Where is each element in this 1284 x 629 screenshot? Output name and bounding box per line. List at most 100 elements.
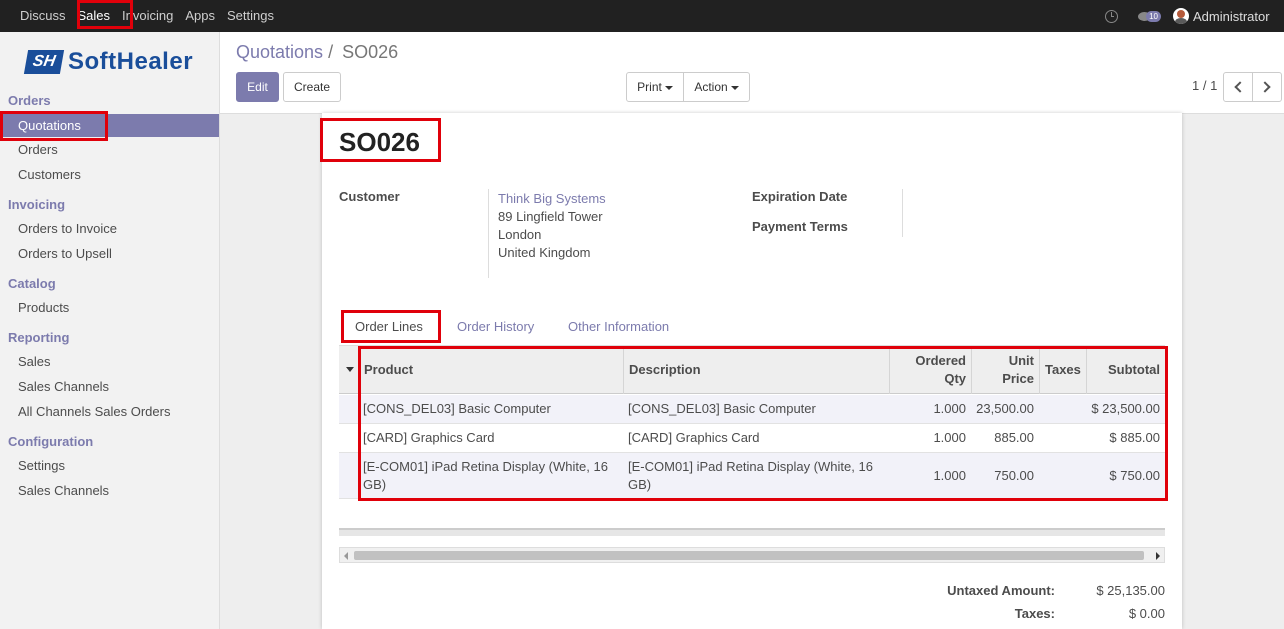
column-divider xyxy=(623,346,624,394)
menu-item-report-sales[interactable]: Sales xyxy=(0,350,219,373)
logo-mark: SH xyxy=(23,50,65,74)
chevron-left-icon xyxy=(1234,81,1246,93)
menu-item-config-sales-channels[interactable]: Sales Channels xyxy=(0,479,219,502)
create-button[interactable]: Create xyxy=(283,72,341,102)
logo-text: SoftHealer xyxy=(68,48,194,75)
menu-item-orders-to-invoice[interactable]: Orders to Invoice xyxy=(0,217,219,240)
column-divider xyxy=(971,346,972,394)
untaxed-amount-value: $ 25,135.00 xyxy=(1096,583,1165,598)
row-subtotal: $ 885.00 xyxy=(1109,430,1160,445)
menu-group-catalog[interactable]: Catalog xyxy=(8,276,56,291)
softhealer-logo[interactable]: SH SoftHealer xyxy=(23,48,194,76)
edit-button[interactable]: Edit xyxy=(236,72,279,102)
nav-settings[interactable]: Settings xyxy=(222,0,279,32)
breadcrumb-current: SO026 xyxy=(342,42,399,62)
row-description: [E-COM01] iPad Retina Display (White, 16… xyxy=(628,459,873,492)
row-subtotal: $ 23,500.00 xyxy=(1091,401,1160,416)
systray: 10 Administrator xyxy=(1105,0,1284,32)
row-description: [CONS_DEL03] Basic Computer xyxy=(628,401,816,416)
messages-button[interactable]: 10 xyxy=(1138,10,1161,22)
order-lines-table-header xyxy=(339,346,1165,394)
nav-discuss[interactable]: Discuss xyxy=(15,0,71,32)
column-divider xyxy=(1086,346,1087,394)
column-header-unit-price-line2[interactable]: Price xyxy=(975,371,1034,386)
customer-address-city: London xyxy=(498,227,542,242)
column-divider xyxy=(1039,346,1040,394)
top-navbar: Discuss Sales Invoicing Apps Settings 10… xyxy=(0,0,1284,32)
row-product: [E-COM01] iPad Retina Display (White, 16… xyxy=(363,459,608,492)
row-description: [CARD] Graphics Card xyxy=(628,430,760,445)
row-unit-price: 23,500.00 xyxy=(976,401,1034,416)
column-header-ordered-qty-line1[interactable]: Ordered xyxy=(895,353,966,368)
caret-down-icon xyxy=(730,85,739,90)
app-menu: Discuss Sales Invoicing Apps Settings xyxy=(15,0,279,32)
customer-label: Customer xyxy=(339,189,400,204)
menu-item-orders[interactable]: Orders xyxy=(0,138,219,161)
nav-invoicing[interactable]: Invoicing xyxy=(117,0,178,32)
nav-apps[interactable]: Apps xyxy=(180,0,220,32)
pager-previous-button[interactable] xyxy=(1223,72,1253,102)
row-qty: 1.000 xyxy=(933,401,966,416)
column-header-subtotal[interactable]: Subtotal xyxy=(1090,362,1160,377)
untaxed-amount-label: Untaxed Amount: xyxy=(947,583,1055,598)
row-unit-price: 750.00 xyxy=(994,468,1034,483)
column-divider xyxy=(889,346,890,394)
pager-value[interactable]: 1 / 1 xyxy=(1192,78,1217,93)
menu-item-customers[interactable]: Customers xyxy=(0,163,219,186)
column-header-product[interactable]: Product xyxy=(364,362,413,377)
field-divider xyxy=(488,189,489,278)
row-subtotal: $ 750.00 xyxy=(1109,468,1160,483)
user-avatar[interactable] xyxy=(1173,8,1189,24)
sort-caret-icon[interactable] xyxy=(346,367,354,372)
field-divider xyxy=(902,189,903,237)
menu-group-reporting[interactable]: Reporting xyxy=(8,330,69,345)
action-dropdown[interactable]: Action xyxy=(683,72,750,102)
taxes-label: Taxes: xyxy=(1014,606,1055,621)
menu-group-orders[interactable]: Orders xyxy=(8,93,51,108)
menu-group-invoicing[interactable]: Invoicing xyxy=(8,197,65,212)
customer-address-street: 89 Lingfield Tower xyxy=(498,209,603,224)
row-product: [CONS_DEL03] Basic Computer xyxy=(363,401,551,416)
scrollbar-thumb[interactable] xyxy=(354,551,1144,560)
pager-next-button[interactable] xyxy=(1252,72,1282,102)
column-header-description[interactable]: Description xyxy=(629,362,701,377)
horizontal-scrollbar[interactable] xyxy=(339,547,1165,563)
activity-clock-icon[interactable] xyxy=(1105,9,1119,23)
row-qty: 1.000 xyxy=(933,430,966,445)
breadcrumb-separator: / xyxy=(328,42,334,62)
user-menu[interactable]: Administrator xyxy=(1193,9,1284,24)
breadcrumb: Quotations / SO026 xyxy=(236,42,398,63)
chevron-right-icon xyxy=(1259,81,1271,93)
menu-item-report-sales-channels[interactable]: Sales Channels xyxy=(0,375,219,398)
menu-item-config-settings[interactable]: Settings xyxy=(0,454,219,477)
expiration-date-label: Expiration Date xyxy=(752,189,848,204)
payment-terms-label: Payment Terms xyxy=(752,219,848,234)
customer-link[interactable]: Think Big Systems xyxy=(498,191,606,206)
scroll-left-arrow-icon[interactable] xyxy=(344,552,348,560)
column-header-taxes[interactable]: Taxes xyxy=(1045,362,1081,377)
record-title: SO026 xyxy=(339,127,420,157)
column-header-ordered-qty-line2[interactable]: Qty xyxy=(895,371,966,386)
row-qty: 1.000 xyxy=(933,468,966,483)
scroll-right-arrow-icon[interactable] xyxy=(1156,552,1160,560)
print-dropdown[interactable]: Print xyxy=(626,72,684,102)
column-divider xyxy=(358,346,359,394)
menu-item-quotations[interactable]: Quotations xyxy=(0,114,219,137)
row-product: [CARD] Graphics Card xyxy=(363,430,495,445)
menu-item-orders-to-upsell[interactable]: Orders to Upsell xyxy=(0,242,219,265)
print-label: Print xyxy=(637,80,662,94)
nav-sales[interactable]: Sales xyxy=(73,0,116,32)
tab-other-information[interactable]: Other Information xyxy=(568,319,669,334)
messages-count-badge: 10 xyxy=(1146,10,1161,22)
menu-group-configuration[interactable]: Configuration xyxy=(8,434,93,449)
tab-order-history[interactable]: Order History xyxy=(457,319,534,334)
menu-item-products[interactable]: Products xyxy=(0,296,219,319)
action-label: Action xyxy=(694,80,728,94)
tab-order-lines[interactable]: Order Lines xyxy=(355,319,423,334)
menu-item-all-channels-sales-orders[interactable]: All Channels Sales Orders xyxy=(0,400,219,423)
caret-down-icon xyxy=(664,85,673,90)
column-header-unit-price-line1[interactable]: Unit xyxy=(975,353,1034,368)
breadcrumb-quotations-link[interactable]: Quotations xyxy=(236,42,323,62)
taxes-value: $ 0.00 xyxy=(1128,606,1165,621)
table-footer-bar xyxy=(339,528,1165,536)
